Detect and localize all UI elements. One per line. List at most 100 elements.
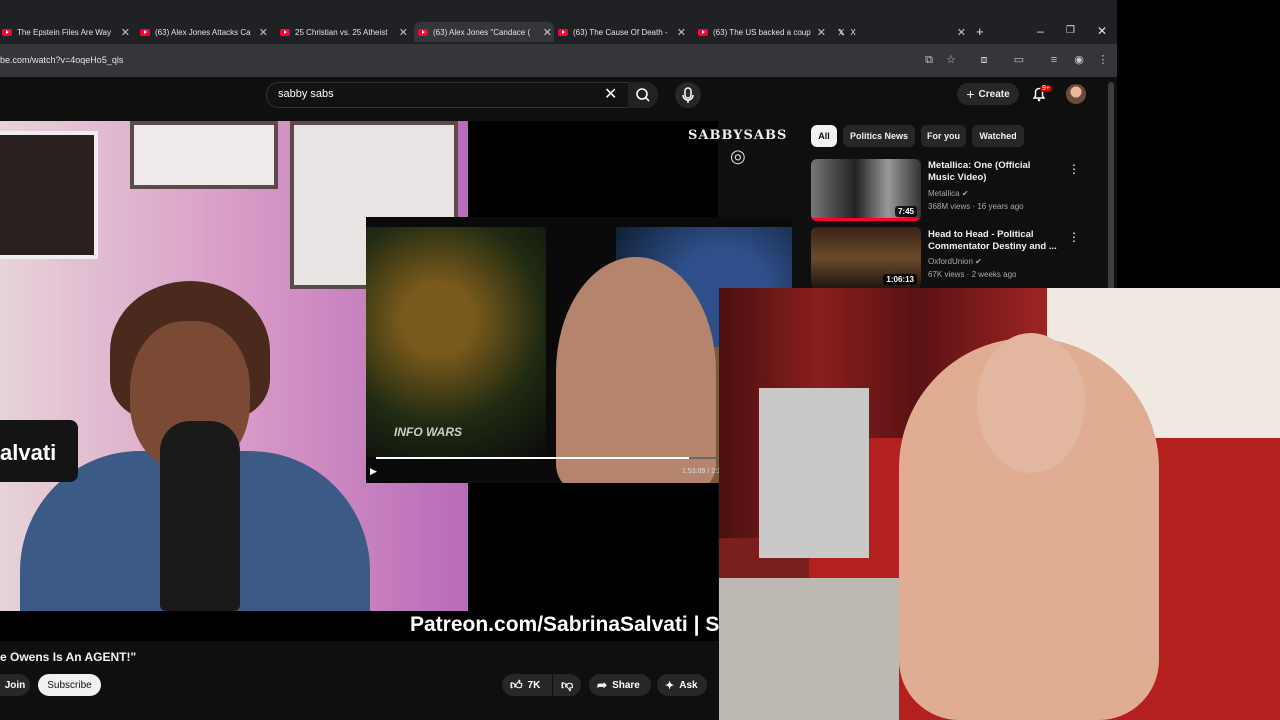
bookmark-star-icon[interactable]: ☆	[944, 53, 958, 67]
close-tab-icon[interactable]: ✕	[399, 26, 408, 39]
youtube-favicon-icon	[280, 28, 290, 36]
youtube-favicon-icon	[2, 28, 12, 36]
browser-tab[interactable]: (63) The US backed a coup ✕	[696, 22, 828, 42]
browser-tab[interactable]: The Epstein Files Are Way ✕	[0, 22, 132, 42]
share-button[interactable]: ➦ Share	[589, 674, 651, 696]
install-app-icon[interactable]: ⧉	[922, 53, 936, 67]
recommended-thumbnail[interactable]: 7:45	[811, 159, 921, 221]
recommended-meta: 67K views · 2 weeks ago	[928, 270, 1017, 279]
video-duration: 7:45	[894, 206, 917, 217]
recommended-channel[interactable]: OxfordUnion ✔	[928, 256, 982, 268]
create-button[interactable]: + Create	[957, 83, 1019, 105]
tab-title: 25 Christian vs. 25 Atheist	[295, 27, 388, 37]
recommended-meta: 368M views · 16 years ago	[928, 202, 1024, 211]
more-actions-icon[interactable]: ⋮	[1068, 162, 1080, 176]
minimize-icon[interactable]: –	[1037, 24, 1044, 38]
x-favicon-icon: 𝕏	[838, 27, 845, 37]
youtube-favicon-icon	[558, 28, 568, 36]
close-tab-icon[interactable]: ✕	[957, 26, 966, 39]
youtube-favicon-icon	[140, 28, 150, 36]
verified-icon: ✔	[961, 189, 969, 198]
ask-button[interactable]: ✦ Ask	[657, 674, 707, 696]
streamer-head	[977, 333, 1085, 473]
verified-icon: ✔	[975, 257, 982, 266]
clip-progress-fill	[376, 457, 689, 459]
video-title: e Owens Is An AGENT!"	[0, 650, 137, 664]
webcam-overlay	[719, 288, 1280, 720]
create-label: Create	[978, 88, 1010, 100]
tab-title: (63) The Cause Of Death -	[573, 27, 668, 37]
close-tab-icon[interactable]: ✕	[543, 26, 552, 39]
podcast-microphone	[160, 421, 240, 611]
chip-all[interactable]: All	[811, 125, 837, 147]
sparkle-icon: ✦	[665, 679, 675, 692]
sidebar-icon[interactable]: ▭	[1012, 53, 1026, 67]
extensions-icon[interactable]: ⧈	[977, 53, 991, 67]
thumbs-down-icon: 👎︎	[561, 677, 574, 692]
clip-timestamp: 1:53:09 / 2:1	[682, 468, 721, 475]
recommended-channel[interactable]: Metallica ✔	[928, 188, 969, 200]
tab-title: (63) Alex Jones "Candace (	[433, 27, 531, 37]
close-tab-icon[interactable]: ✕	[677, 26, 686, 39]
patreon-banner: Patreon.com/SabrinaSalvati | Sa	[410, 613, 731, 636]
like-count: 7K	[527, 679, 541, 691]
search-icon	[636, 88, 650, 102]
new-tab-button[interactable]: +	[976, 24, 984, 39]
wall-poster	[130, 121, 278, 189]
recommended-title[interactable]: Metallica: One (Official Music Video)	[928, 160, 1058, 184]
close-tab-icon[interactable]: ✕	[817, 26, 826, 39]
profile-icon[interactable]: ◉	[1072, 53, 1086, 67]
recommended-title[interactable]: Head to Head - Political Commentator Des…	[928, 229, 1058, 253]
clip-play-icon: ▶	[370, 466, 377, 476]
tab-title: (63) The US backed a coup	[713, 27, 811, 37]
tab-title: The Epstein Files Are Way	[17, 27, 111, 37]
recommended-thumbnail[interactable]: 1:06:13	[811, 227, 921, 289]
infowars-logo: INFO WARS	[394, 425, 462, 439]
browser-tab[interactable]: 𝕏 X ✕	[836, 22, 968, 42]
subscribe-button[interactable]: Subscribe	[38, 674, 101, 696]
browser-tab[interactable]: (63) Alex Jones Attacks Ca ✕	[138, 22, 270, 42]
share-label: Share	[612, 679, 640, 691]
christmas-tree-left	[366, 227, 546, 457]
thumbs-up-icon: 👍︎	[510, 677, 523, 692]
close-window-icon[interactable]: ✕	[1097, 24, 1107, 38]
youtube-favicon-icon	[698, 28, 708, 36]
floor	[719, 578, 899, 720]
mini-fridge	[759, 388, 869, 558]
search-button[interactable]	[628, 82, 658, 108]
account-avatar[interactable]	[1066, 84, 1086, 104]
restore-window-icon[interactable]: ❐	[1066, 25, 1075, 36]
tab-title: X	[850, 27, 856, 37]
host-name-text: alvati	[0, 440, 57, 465]
page-scrollbar[interactable]	[1108, 82, 1114, 290]
more-actions-icon[interactable]: ⋮	[1068, 230, 1080, 244]
ask-label: Ask	[679, 679, 698, 691]
dislike-button[interactable]: 👎︎	[553, 674, 581, 696]
browser-menu-icon[interactable]: ⋮	[1096, 53, 1110, 67]
chip-politics-news[interactable]: Politics News	[843, 125, 915, 147]
url-field[interactable]: be.com/watch?v=4oqeHo5_qls	[0, 55, 123, 65]
close-tab-icon[interactable]: ✕	[121, 26, 130, 39]
youtube-favicon-icon	[418, 28, 428, 36]
microphone-icon	[682, 87, 694, 103]
podcast-icon: ◎	[730, 146, 746, 166]
clip-progress-bar	[376, 457, 716, 459]
close-tab-icon[interactable]: ✕	[259, 26, 268, 39]
chip-for-you[interactable]: For you	[921, 125, 966, 147]
join-button[interactable]: Join	[0, 674, 30, 696]
voice-search-button[interactable]	[675, 82, 701, 108]
channel-logo-text: SABBYSABS	[688, 128, 788, 143]
browser-tab[interactable]: (63) The Cause Of Death - ✕	[556, 22, 688, 42]
browser-tab-active[interactable]: (63) Alex Jones "Candace ( ✕	[414, 22, 554, 42]
video-duration: 1:06:13	[883, 274, 917, 285]
media-controls-icon[interactable]: ≡	[1047, 53, 1061, 67]
search-input-value: sabby sabs	[278, 88, 334, 100]
speaker-head	[556, 257, 716, 483]
share-icon: ➦	[597, 678, 608, 692]
plus-icon: +	[966, 86, 975, 102]
browser-tab[interactable]: 25 Christian vs. 25 Atheist ✕	[278, 22, 410, 42]
like-button[interactable]: 👍︎ 7K	[502, 674, 552, 696]
clear-search-icon[interactable]: ✕	[604, 84, 617, 104]
tab-title: (63) Alex Jones Attacks Ca	[155, 27, 251, 37]
chip-watched[interactable]: Watched	[972, 125, 1024, 147]
